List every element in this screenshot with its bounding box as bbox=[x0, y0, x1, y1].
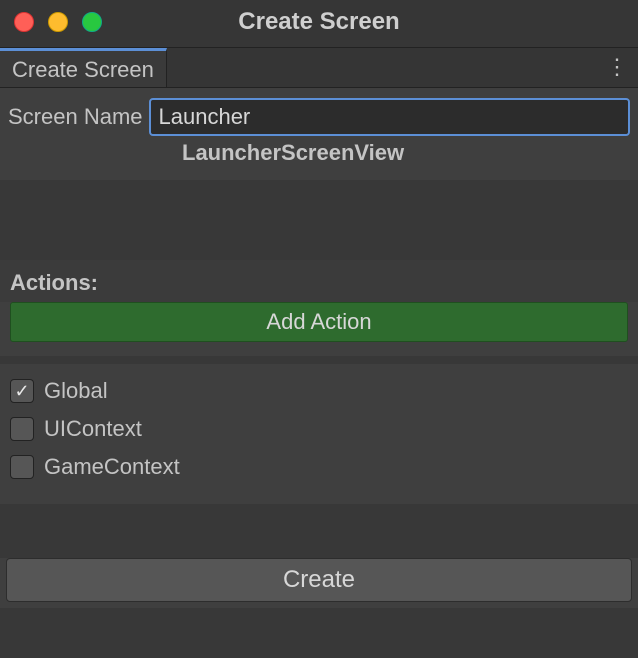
generated-view-name: LauncherScreenView bbox=[0, 138, 638, 180]
checkbox-row-global: ✓ Global bbox=[10, 372, 628, 410]
divider bbox=[0, 356, 638, 364]
tab-create-screen[interactable]: Create Screen bbox=[0, 48, 167, 87]
titlebar: Create Screen bbox=[0, 0, 638, 48]
panel-body: Screen Name LauncherScreenView Actions: … bbox=[0, 88, 638, 658]
zoom-icon[interactable] bbox=[82, 12, 102, 32]
screen-name-label: Screen Name bbox=[8, 104, 143, 130]
spacer bbox=[0, 504, 638, 558]
screen-name-row: Screen Name bbox=[0, 88, 638, 138]
tab-label: Create Screen bbox=[12, 57, 154, 83]
window-controls bbox=[0, 0, 116, 44]
tab-bar: Create Screen ⋮ bbox=[0, 48, 638, 88]
window-root: Create Screen Create Screen ⋮ Screen Nam… bbox=[0, 0, 638, 658]
checkbox-row-gamecontext: GameContext bbox=[10, 448, 628, 486]
add-action-button[interactable]: Add Action bbox=[10, 302, 628, 342]
close-icon[interactable] bbox=[14, 12, 34, 32]
checkbox-gamecontext[interactable] bbox=[10, 455, 34, 479]
checkbox-label: UIContext bbox=[44, 416, 142, 442]
checkbox-row-uicontext: UIContext bbox=[10, 410, 628, 448]
context-checkboxes: ✓ Global UIContext GameContext bbox=[0, 364, 638, 504]
checkbox-label: GameContext bbox=[44, 454, 180, 480]
spacer bbox=[0, 608, 638, 658]
create-button-label: Create bbox=[283, 566, 355, 594]
checkbox-label: Global bbox=[44, 378, 108, 404]
spacer bbox=[0, 180, 638, 260]
create-button[interactable]: Create bbox=[6, 558, 632, 602]
add-action-label: Add Action bbox=[266, 309, 371, 335]
minimize-icon[interactable] bbox=[48, 12, 68, 32]
actions-heading: Actions: bbox=[10, 270, 98, 295]
checkbox-global[interactable]: ✓ bbox=[10, 379, 34, 403]
screen-name-input[interactable] bbox=[149, 98, 630, 136]
kebab-menu-icon[interactable]: ⋮ bbox=[606, 54, 628, 80]
actions-section: Add Action bbox=[0, 302, 638, 356]
checkbox-uicontext[interactable] bbox=[10, 417, 34, 441]
actions-heading-row: Actions: bbox=[0, 260, 638, 302]
